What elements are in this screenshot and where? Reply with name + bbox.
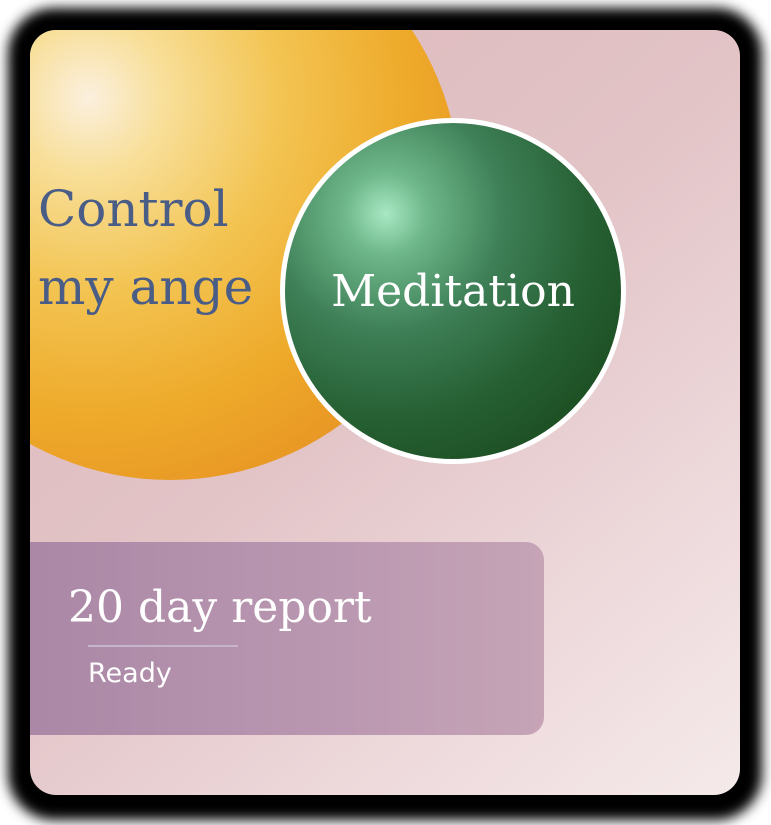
report-panel[interactable]: 20 day report Ready: [30, 542, 544, 735]
report-divider: [88, 645, 238, 647]
goal-label-line-1: Control: [38, 180, 229, 238]
report-status: Ready: [88, 658, 172, 689]
goal-label-line-2: my ange: [38, 258, 254, 316]
meditation-sphere[interactable]: Meditation: [280, 118, 626, 464]
goal-label: Control my ange: [38, 170, 308, 326]
meditation-label: Meditation: [331, 265, 575, 317]
page: Control my ange Meditation 20 day report…: [0, 0, 771, 825]
goal-card: Control my ange Meditation 20 day report…: [30, 30, 740, 795]
report-title: 20 day report: [68, 582, 372, 633]
